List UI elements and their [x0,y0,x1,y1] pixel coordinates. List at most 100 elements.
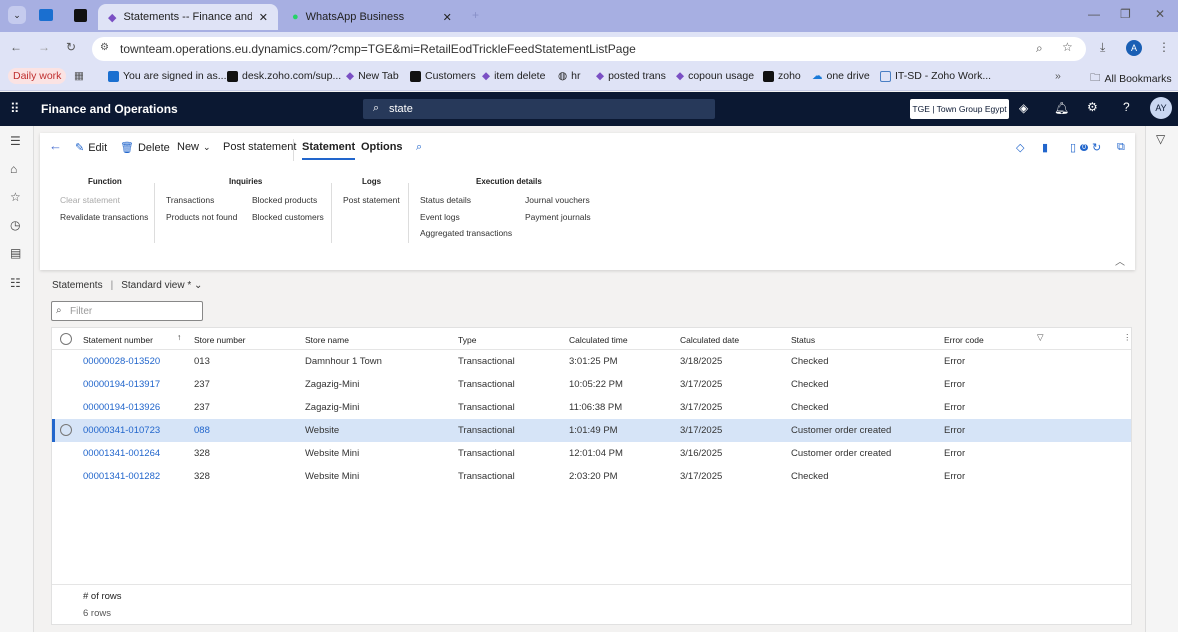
apps-icon[interactable]: ▦ [74,70,84,82]
statement-number-link[interactable]: 00000194-013917 [83,379,160,390]
home-icon[interactable]: ⌂ [10,162,17,176]
bookmark[interactable]: You are signed in as... [108,70,227,82]
modules-icon[interactable]: ☷ [10,276,21,290]
company-picker[interactable]: TGE | Town Group Egypt [910,99,1009,119]
tab-whatsapp[interactable]: ● WhatsApp Business ✕ [282,4,462,30]
column-filter-icon[interactable]: ▽ [1037,332,1044,343]
close-tab-icon[interactable]: ✕ [443,11,452,24]
power-apps-icon[interactable]: ◇ [1016,141,1024,154]
tab-options[interactable]: Options [361,141,403,153]
bookmark[interactable]: ◍ hr [558,70,581,82]
table-row[interactable]: 00000194-013926 237 Zagazig-Mini Transactio… [52,396,1131,419]
tab-statements[interactable]: ◆ Statements -- Finance and Ope ✕ [98,4,278,30]
maximize-icon[interactable]: ❐ [1120,7,1131,21]
help-icon[interactable]: ? [1123,100,1130,114]
column-header[interactable]: Error code [944,335,984,345]
column-header[interactable]: Calculated date [680,335,739,345]
forward-icon[interactable]: → [38,40,50,54]
recent-icon[interactable]: ◷ [10,218,20,232]
products-not-found-button[interactable]: Products not found [166,212,237,222]
bookmark[interactable]: Customers [410,70,476,82]
tab-statement[interactable]: Statement [302,141,356,160]
transactions-button[interactable]: Transactions [166,195,214,205]
back-button[interactable]: ← [49,138,62,153]
bookmark[interactable]: desk.zoho.com/sup... [227,70,341,82]
new-tab-icon[interactable]: + [472,8,479,22]
messages-icon[interactable]: ▯ 0 [1070,141,1088,154]
bell-icon[interactable]: 🔔︎ [1054,101,1069,115]
more-bookmarks-icon[interactable]: » [1055,70,1061,82]
new-button[interactable]: New ⌄ [177,141,211,153]
column-header[interactable]: Status [791,335,815,345]
site-info-icon[interactable]: ⚙ [100,42,109,53]
table-row[interactable]: 00000028-013520 013 Damnhour 1 Town Transac… [52,350,1131,373]
refresh-icon[interactable]: ↻ [1092,141,1101,154]
more-options-icon[interactable]: ⋮ [1123,332,1132,343]
profile-avatar[interactable]: A [1126,40,1142,56]
blocked-customers-button[interactable]: Blocked customers [252,212,324,222]
statement-number-link[interactable]: 00000194-013926 [83,402,160,413]
bookmark[interactable]: ◆ posted trans [596,70,666,82]
zoho-pinned-tab-icon[interactable] [74,9,87,22]
bookmark[interactable]: ◆ item delete [482,70,545,82]
column-header[interactable]: Store name [305,335,349,345]
star-icon[interactable]: ☆ [10,190,21,204]
open-new-window-icon[interactable]: ⧉ [1117,141,1125,154]
payment-journals-button[interactable]: Payment journals [525,212,591,222]
avatar[interactable]: AY [1150,97,1172,119]
event-logs-button[interactable]: Event logs [420,212,460,222]
logs-post-statement-button[interactable]: Post statement [343,195,400,205]
close-window-icon[interactable]: ✕ [1155,7,1165,21]
tab-list-button[interactable]: ⌄ [8,6,26,24]
select-all-checkbox[interactable] [60,333,72,345]
statement-number-link[interactable]: 00001341-001282 [83,471,160,482]
all-bookmarks[interactable]: 🗀 All Bookmarks [1090,70,1172,88]
table-row[interactable]: 00000341-010723 088 Website Transactional 1:… [52,419,1131,442]
statement-number-link[interactable]: 00000028-013520 [83,356,160,367]
revalidate-transactions-button[interactable]: Revalidate transactions [60,212,148,222]
statement-number-link[interactable]: 00000341-010723 [83,425,160,436]
table-row[interactable]: 00001341-001264 328 Website Mini Transactio… [52,442,1131,465]
bookmark[interactable]: ☁ one drive [812,70,870,82]
app-launcher-icon[interactable]: ⠿ [10,101,20,117]
workspaces-icon[interactable]: ▤ [10,246,21,260]
menu-icon[interactable]: ⋮ [1158,40,1170,54]
star-icon[interactable]: ☆ [1062,40,1073,54]
column-header[interactable]: Statement number [83,335,153,345]
copilot-icon[interactable]: ◈ [1019,101,1028,115]
search-input[interactable]: ⌕ state [363,99,715,119]
hamburger-icon[interactable]: ☰ [10,134,21,148]
table-row[interactable]: 00001341-001282 328 Website Mini Transactio… [52,465,1131,488]
journal-vouchers-button[interactable]: Journal vouchers [525,195,590,205]
view-selector[interactable]: Standard view * ⌄ [121,280,202,291]
bookmark[interactable]: ◆ copoun usage [676,70,754,82]
post-statement-button[interactable]: Post statement [223,141,296,153]
office-icon[interactable]: ▮ [1042,141,1048,154]
table-row[interactable]: 00000194-013917 237 Zagazig-Mini Transactio… [52,373,1131,396]
edit-button[interactable]: ✎ Edit [75,141,107,155]
blocked-products-button[interactable]: Blocked products [252,195,317,205]
bookmark[interactable]: zoho [763,70,801,82]
collapse-ribbon-icon[interactable]: ︿ [1115,253,1125,268]
outlook-pinned-tab-icon[interactable] [39,9,53,21]
aggregated-transactions-button[interactable]: Aggregated transactions [420,228,512,238]
row-checkbox[interactable] [60,424,72,436]
minimize-icon[interactable]: — [1088,7,1100,21]
url-input[interactable]: ⚙ townteam.operations.eu.dynamics.com/?c… [92,37,1086,61]
bookmark-daily-work[interactable]: Daily work [8,68,67,84]
column-header[interactable]: Calculated time [569,335,628,345]
status-details-button[interactable]: Status details [420,195,471,205]
search-icon[interactable]: ⌕ [416,141,422,154]
delete-button[interactable]: 🗑︎ Delete [120,141,170,155]
reload-icon[interactable]: ↻ [66,40,76,54]
filter-pane-icon[interactable]: ▽ [1156,132,1165,146]
bookmark[interactable]: IT-SD - Zoho Work... [880,70,991,82]
gear-icon[interactable]: ⚙ [1087,100,1098,114]
zoom-icon[interactable]: ⌕ [1036,41,1043,56]
back-icon[interactable]: ← [10,40,22,54]
column-header[interactable]: Type [458,335,476,345]
column-header[interactable]: Store number [194,335,246,345]
bookmark[interactable]: ◆ New Tab [346,70,399,82]
download-icon[interactable]: ⤓ [1100,40,1105,55]
statement-number-link[interactable]: 00001341-001264 [83,448,160,459]
